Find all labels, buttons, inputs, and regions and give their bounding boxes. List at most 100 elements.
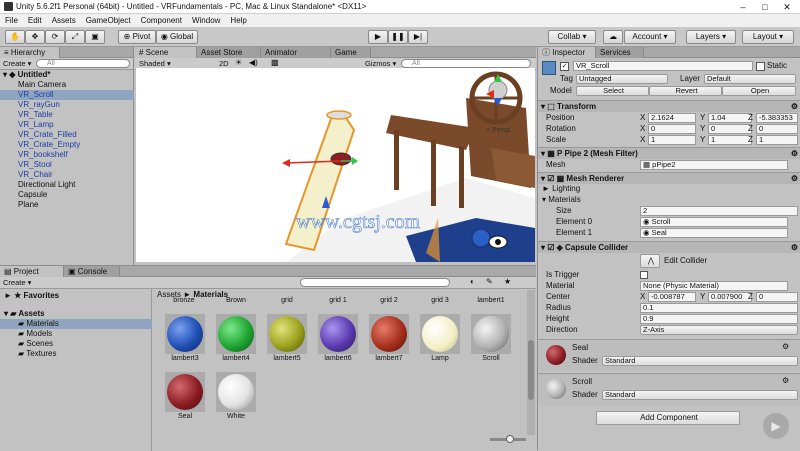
component-settings-icon[interactable]: ⚙ [782,342,789,351]
add-component-button[interactable]: Add Component [596,411,740,425]
rotation-y-field[interactable]: 0 [708,124,752,134]
position-y-field[interactable]: 1.04 [708,113,752,123]
material-thumb[interactable] [216,314,256,354]
project-create-button[interactable]: Create ▾ [3,278,31,287]
scene-viewport[interactable]: < Persp www.cgtsj.com [136,68,535,262]
element0-field[interactable]: ◉ Scroll [640,217,788,227]
rotate-tool-icon[interactable]: ⟳ [45,30,65,44]
persp-label[interactable]: < Persp [486,127,510,134]
project-scrollbar[interactable] [527,290,535,435]
meshfilter-header[interactable]: ▾ ▦ P Pipe 2 (Mesh Filter) ⚙ [538,147,800,159]
material-thumb[interactable] [471,314,511,354]
tab-services[interactable]: Services [596,47,644,58]
material-thumb[interactable] [369,314,409,354]
collab-dropdown[interactable]: Collab ▾ [548,30,596,44]
search-by-type-icon[interactable]: ◐ [470,277,475,286]
effects-toggle-icon[interactable]: ▩ [271,58,279,67]
hierarchy-item[interactable]: VR_Crate_Filled [18,130,77,140]
lighting-toggle-icon[interactable]: ☀ [235,58,242,67]
assets-folder[interactable]: ▾ ▰ Assets [4,309,45,318]
menu-gameobject[interactable]: GameObject [81,16,136,25]
component-settings-icon[interactable]: ⚙ [791,173,798,185]
menu-edit[interactable]: Edit [23,16,47,25]
radius-field[interactable]: 0.1 [640,303,798,313]
hand-tool-icon[interactable]: ✋ [5,30,25,44]
step-icon[interactable]: ▶| [408,30,428,44]
scale-z-field[interactable]: 1 [756,135,798,145]
mesh-field[interactable]: ▦ pPipe2 [640,160,788,170]
hierarchy-item[interactable]: VR_Stool [18,160,52,170]
hierarchy-item[interactable]: VR_Chair [18,170,53,180]
menu-component[interactable]: Component [136,16,187,25]
cloud-icon[interactable]: ☁ [603,30,623,44]
center-z-field[interactable]: 0 [756,292,798,302]
object-name-input[interactable]: VR_Scroll [573,61,753,71]
folder-scenes[interactable]: ▰ Scenes [18,339,53,348]
shading-mode-dropdown[interactable]: Shaded ▾ [139,59,209,68]
tab-asset-store[interactable]: Asset Store [197,47,261,58]
hierarchy-item[interactable]: VR_Table [18,110,53,120]
scroll-shader-dropdown[interactable]: Standard [602,390,798,400]
global-toggle[interactable]: ◉ Global [156,30,198,44]
hierarchy-search-input[interactable]: All [36,59,130,68]
tab-inspector[interactable]: ⓘ Inspector [538,47,596,58]
audio-toggle-icon[interactable]: ◀) [249,58,258,67]
meshrenderer-header[interactable]: ▾ ☑ ▦ Mesh Renderer ⚙ [538,172,800,184]
materials-foldout[interactable]: ▾ Materials [542,195,581,205]
tab-project[interactable]: ▤ Project [0,266,64,277]
component-settings-icon[interactable]: ⚙ [782,376,789,385]
menu-window[interactable]: Window [187,16,225,25]
is-trigger-checkbox[interactable] [640,271,648,279]
tag-dropdown[interactable]: Untagged [576,74,668,84]
hierarchy-item[interactable]: Directional Light [18,180,75,190]
component-settings-icon[interactable]: ⚙ [791,242,798,254]
active-checkbox[interactable]: ✓ [560,62,569,71]
layout-dropdown[interactable]: Layout ▾ [742,30,794,44]
element1-field[interactable]: ◉ Seal [640,228,788,238]
material-thumb[interactable] [267,314,307,354]
scale-y-field[interactable]: 1 [708,135,752,145]
hierarchy-item[interactable]: Capsule [18,190,47,200]
rotation-x-field[interactable]: 0 [648,124,696,134]
favorite-star-icon[interactable]: ★ [504,277,511,286]
seal-shader-dropdown[interactable]: Standard [602,356,798,366]
scale-tool-icon[interactable]: ⤢ [65,30,85,44]
model-open-button[interactable]: Open [722,86,796,96]
hierarchy-item[interactable]: Plane [18,200,38,210]
lighting-foldout[interactable]: ► Lighting [542,184,580,194]
play-icon[interactable]: ▶ [368,30,388,44]
material-thumb[interactable] [165,372,205,412]
folder-textures[interactable]: ▰ Textures [18,349,56,358]
hierarchy-item-selected[interactable]: VR_Scroll [0,90,134,100]
scene-root[interactable]: ▾ ◆ Untitled* [3,70,51,79]
pause-icon[interactable]: ❚❚ [388,30,408,44]
model-revert-button[interactable]: Revert [649,86,722,96]
position-x-field[interactable]: 2.1624 [648,113,696,123]
menu-assets[interactable]: Assets [47,16,81,25]
center-x-field[interactable]: -0.008787 [648,292,696,302]
component-settings-icon[interactable]: ⚙ [791,101,798,113]
material-thumb[interactable] [216,372,256,412]
tab-animator[interactable]: Animator [261,47,331,58]
pivot-toggle[interactable]: ⊕ Pivot [118,30,156,44]
close-button[interactable]: ✕ [776,0,798,14]
material-thumb[interactable] [420,314,460,354]
hierarchy-create-button[interactable]: Create ▾ [3,59,31,68]
hierarchy-item[interactable]: VR_rayGun [18,100,60,110]
menu-file[interactable]: File [0,16,23,25]
play-overlay-icon[interactable]: ▶ [763,413,789,439]
scene-search-input[interactable]: All [401,59,531,68]
hierarchy-item[interactable]: Main Camera [18,80,66,90]
hierarchy-item[interactable]: VR_bookshelf [18,150,68,160]
slider-handle[interactable] [506,435,514,443]
center-y-field[interactable]: 0.007900 [708,292,752,302]
tab-console[interactable]: ▣ Console [64,266,120,277]
layers-dropdown[interactable]: Layers ▾ [686,30,736,44]
direction-dropdown[interactable]: Z-Axis [640,325,798,335]
menu-help[interactable]: Help [225,16,251,25]
scrollbar-thumb[interactable] [528,340,534,400]
material-thumb[interactable] [318,314,358,354]
folder-materials[interactable]: ▰ Materials [0,319,152,329]
account-dropdown[interactable]: Account ▾ [624,30,676,44]
scale-x-field[interactable]: 1 [648,135,696,145]
